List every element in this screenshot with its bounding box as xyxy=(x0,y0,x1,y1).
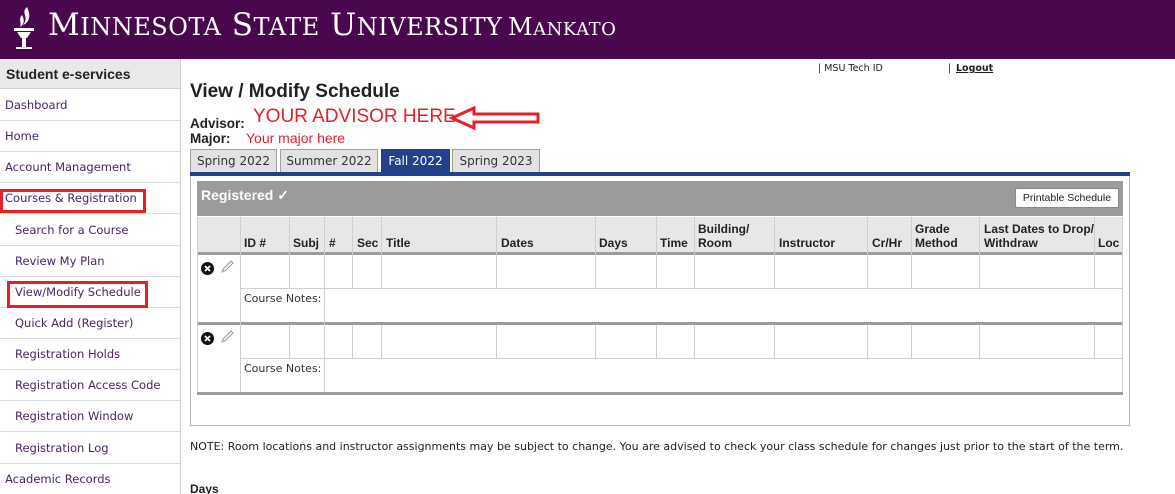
col-divider xyxy=(496,217,497,288)
col-divider xyxy=(911,217,912,288)
col-divider xyxy=(656,217,657,288)
schedule-note: NOTE: Room locations and instructor assi… xyxy=(190,440,1124,453)
col-time: Time xyxy=(660,236,688,250)
sidebar-item-home[interactable]: Home xyxy=(0,121,180,152)
sidebar-title: Student e-services xyxy=(0,59,180,89)
row-divider xyxy=(197,392,1123,395)
edit-pencil-icon[interactable] xyxy=(219,259,235,275)
page-title: View / Modify Schedule xyxy=(190,81,400,102)
col-divider xyxy=(381,217,382,288)
col-divider xyxy=(694,325,695,358)
col-building-room: Building/ Room xyxy=(698,222,750,250)
sidebar-item-search-course[interactable]: Search for a Course xyxy=(0,215,180,246)
course-notes-label: Course Notes: xyxy=(244,362,321,376)
course-notes-label: Course Notes: xyxy=(244,292,321,306)
col-divider xyxy=(289,325,290,358)
col-divider xyxy=(979,217,980,288)
course-notes-text: Course Notes: xyxy=(244,362,322,375)
tab-spring-2022[interactable]: Spring 2022 xyxy=(190,149,277,172)
col-divider xyxy=(324,217,325,392)
top-links-separator: | xyxy=(948,63,952,74)
col-last-dates: Last Dates to Drop/ Withdraw xyxy=(984,222,1095,250)
col-grade-method: Grade Method xyxy=(915,222,958,250)
days-heading: Days xyxy=(190,482,219,494)
sidebar-item-academic-records[interactable]: Academic Records xyxy=(0,464,180,494)
sidebar-item-quick-add[interactable]: Quick Add (Register) xyxy=(0,308,180,339)
drop-course-icon[interactable] xyxy=(201,332,214,345)
sidebar-item-account-management[interactable]: Account Management xyxy=(0,152,180,183)
course-notes-text: Course Notes: xyxy=(244,292,322,305)
site-header: MINNESOTA STATE UNIVERSITY MANKATO xyxy=(0,0,1175,59)
col-subj: Subj xyxy=(293,236,319,250)
col-number: # xyxy=(329,236,336,250)
advisor-label: Advisor: xyxy=(190,116,245,131)
registered-title: Registered ✓ xyxy=(201,187,289,203)
col-instructor: Instructor xyxy=(779,236,836,250)
sidebar-item-registration-log[interactable]: Registration Log xyxy=(0,433,180,464)
sidebar-item-registration-window[interactable]: Registration Window xyxy=(0,401,180,432)
university-name-main: MINNESOTA STATE UNIVERSITY xyxy=(48,7,503,43)
edit-pencil-icon[interactable] xyxy=(219,329,235,345)
col-divider xyxy=(496,325,497,358)
col-divider xyxy=(774,325,775,358)
col-divider xyxy=(595,325,596,358)
tab-spring-2023[interactable]: Spring 2023 xyxy=(452,149,540,172)
printable-schedule-button[interactable]: Printable Schedule xyxy=(1015,188,1119,208)
university-name: MINNESOTA STATE UNIVERSITY MANKATO xyxy=(48,7,616,43)
row-divider xyxy=(240,358,1123,359)
major-label: Major: xyxy=(190,131,231,146)
row-divider xyxy=(197,252,1123,255)
col-divider xyxy=(774,217,775,288)
col-divider xyxy=(595,217,596,288)
col-cr-hr: Cr/Hr xyxy=(872,236,903,250)
col-divider xyxy=(867,217,868,288)
advisor-value: YOUR ADVISOR HERE xyxy=(253,106,456,127)
col-divider xyxy=(352,217,353,288)
col-divider xyxy=(867,325,868,358)
major-value: Your major here xyxy=(246,130,346,146)
col-divider xyxy=(197,217,198,392)
logout-link[interactable]: Logout xyxy=(956,63,993,74)
drop-course-icon[interactable] xyxy=(201,262,214,275)
university-name-campus: MANKATO xyxy=(508,13,617,41)
col-divider xyxy=(289,217,290,288)
col-id: ID # xyxy=(244,236,267,250)
tech-id-label: | MSU Tech ID xyxy=(818,63,883,74)
col-title: Title xyxy=(386,236,411,250)
highlight-box-view-modify xyxy=(7,281,148,308)
arrow-left-icon xyxy=(448,106,540,130)
torch-logo-icon xyxy=(14,7,34,49)
tab-fall-2022[interactable]: Fall 2022 xyxy=(381,149,450,172)
col-divider xyxy=(240,217,241,392)
tab-summer-2022[interactable]: Summer 2022 xyxy=(280,149,378,172)
col-dates: Dates xyxy=(501,236,534,250)
col-divider xyxy=(911,325,912,358)
sidebar-item-registration-access-code[interactable]: Registration Access Code xyxy=(0,370,180,401)
col-days: Days xyxy=(599,236,628,250)
col-divider xyxy=(1094,217,1095,288)
col-divider xyxy=(352,325,353,358)
col-divider xyxy=(656,325,657,358)
col-loc: Loc xyxy=(1098,236,1120,250)
col-divider xyxy=(694,217,695,288)
col-divider xyxy=(979,325,980,358)
sidebar-item-dashboard[interactable]: Dashboard xyxy=(0,90,180,121)
col-divider xyxy=(381,325,382,358)
col-divider xyxy=(1094,325,1095,358)
col-sec: Sec xyxy=(357,236,379,250)
row-divider xyxy=(240,288,1123,289)
highlight-box-courses xyxy=(0,189,146,213)
registered-header xyxy=(197,181,1123,216)
sidebar-item-review-plan[interactable]: Review My Plan xyxy=(0,246,180,277)
col-divider xyxy=(1122,217,1123,392)
row-divider xyxy=(197,322,1123,325)
sidebar-item-registration-holds[interactable]: Registration Holds xyxy=(0,339,180,370)
